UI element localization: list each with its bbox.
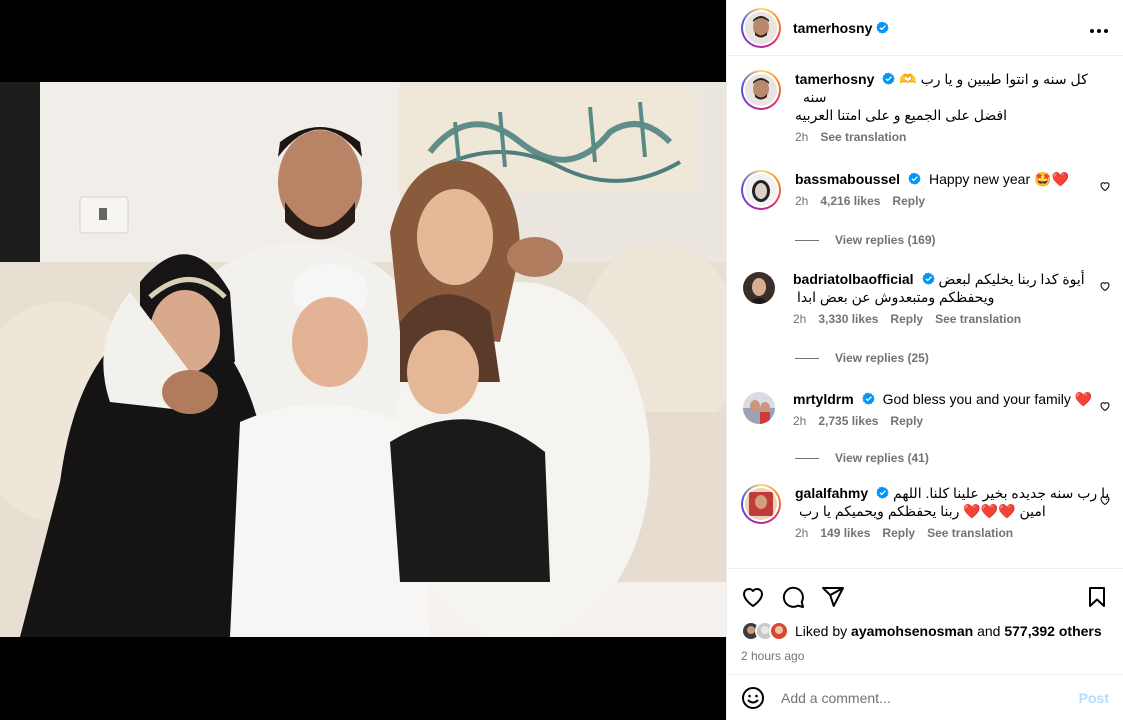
author-avatar[interactable] (745, 11, 777, 44)
caption-avatar[interactable] (745, 74, 777, 106)
view-replies-button[interactable]: View replies (25) (795, 351, 929, 365)
post-media-panel (0, 0, 726, 720)
replies-divider (795, 239, 819, 241)
commenter-avatar-ring[interactable] (741, 484, 781, 524)
verified-icon (861, 392, 875, 405)
comment-item: mrtyldrm God bless you and your family ❤… (741, 390, 1111, 428)
comment-time: 2h (795, 526, 809, 540)
verified-icon (921, 272, 935, 285)
comment-like-heart-icon[interactable] (1099, 400, 1111, 412)
liked-by-prefix: Liked by (795, 623, 848, 639)
comment-like-heart-icon[interactable] (1099, 180, 1111, 192)
commenter-username[interactable]: bassmaboussel (795, 171, 900, 187)
author-username[interactable]: tamerhosny (793, 20, 872, 36)
comment-input[interactable] (781, 689, 1079, 706)
commenter-username[interactable]: galalfahmy (795, 485, 868, 501)
comment-see-translation-button[interactable]: See translation (927, 526, 1013, 540)
verified-icon (876, 21, 890, 34)
view-replies-button[interactable]: View replies (41) (795, 451, 929, 465)
commenter-avatar[interactable] (745, 488, 777, 520)
commenter-avatar[interactable] (743, 392, 775, 424)
post-header: tamerhosny (727, 0, 1123, 56)
comment-reply-button[interactable]: Reply (890, 414, 923, 428)
comment-item: badriatolbaofficial أيوة كدا ربنا يخليكم… (741, 270, 1111, 326)
commenter-avatar[interactable] (743, 272, 775, 304)
comment-reply-button[interactable]: Reply (892, 194, 925, 208)
comment-likes-count[interactable]: 2,735 likes (818, 414, 878, 428)
post-timestamp: 2 hours ago (741, 649, 805, 663)
comment-likes-count[interactable]: 149 likes (820, 526, 870, 540)
likes-others-count[interactable]: 577,392 others (1004, 623, 1101, 639)
share-icon[interactable] (821, 585, 845, 609)
post-comment-button[interactable]: Post (1079, 690, 1109, 706)
heart-icon[interactable] (741, 585, 765, 609)
emoji-icon[interactable] (741, 686, 765, 710)
commenter-avatar[interactable] (745, 174, 777, 206)
commenter-username[interactable]: badriatolbaofficial (793, 271, 914, 287)
action-bar (741, 577, 1109, 617)
commenter-avatar-ring[interactable] (741, 170, 781, 210)
add-comment-bar: Post (727, 674, 1123, 720)
author-avatar-ring[interactable] (741, 7, 781, 48)
verified-icon (882, 72, 896, 85)
liker-avatars (741, 621, 789, 641)
view-replies-button[interactable]: View replies (169) (795, 233, 936, 247)
comment-item: galalfahmy يا رب سنه جديده بخير علينا كل… (741, 484, 1111, 540)
likes-summary: Liked by ayamohsenosman and 577,392 othe… (741, 621, 1109, 641)
comment-like-heart-icon[interactable] (1099, 494, 1111, 506)
comment-likes-count[interactable]: 4,216 likes (820, 194, 880, 208)
comment-see-translation-button[interactable]: See translation (935, 312, 1021, 326)
comment-time: 2h (795, 194, 809, 208)
comment-like-heart-icon[interactable] (1099, 280, 1111, 292)
post-caption: tamerhosny كل سنه و انتوا طيبين و يا رب … (741, 70, 1111, 144)
comment-time: 2h (793, 414, 807, 428)
liker-avatar[interactable] (769, 621, 789, 641)
comment-reply-button[interactable]: Reply (882, 526, 915, 540)
save-icon[interactable] (1085, 585, 1109, 609)
caption-see-translation-button[interactable]: See translation (820, 130, 906, 144)
post-photo[interactable] (0, 82, 726, 637)
instagram-post-modal: tamerhosny tamerhosny كل سنه و انتوا طيب… (0, 0, 1123, 720)
family-photo-illustration (0, 82, 726, 637)
replies-divider (795, 357, 819, 359)
view-replies-label: View replies (25) (835, 351, 929, 365)
liked-by-username[interactable]: ayamohsenosman (851, 623, 973, 639)
caption-username[interactable]: tamerhosny (795, 71, 874, 87)
comment-text: Happy new year 🤩❤️ (928, 171, 1069, 187)
view-replies-label: View replies (169) (835, 233, 936, 247)
comment-reply-button[interactable]: Reply (890, 312, 923, 326)
liked-by-and: and (977, 623, 1001, 639)
replies-divider (795, 457, 819, 459)
commenter-username[interactable]: mrtyldrm (793, 391, 854, 407)
post-actions-section: Liked by ayamohsenosman and 577,392 othe… (727, 568, 1123, 663)
comment-text: God bless you and your family ❤️ (882, 391, 1093, 407)
more-options-icon[interactable] (1089, 19, 1109, 37)
comment-item: bassmaboussel Happy new year 🤩❤️ 2h 4,21… (741, 170, 1111, 210)
caption-time: 2h (795, 130, 809, 144)
comment-time: 2h (793, 312, 807, 326)
caption-text-line2: افضل على الجميع و على امتنا العربيه (795, 107, 1008, 123)
caption-avatar-ring[interactable] (741, 70, 781, 110)
verified-icon (876, 486, 889, 499)
comment-icon[interactable] (781, 585, 805, 609)
comment-likes-count[interactable]: 3,330 likes (818, 312, 878, 326)
comments-list[interactable]: tamerhosny كل سنه و انتوا طيبين و يا رب … (727, 56, 1123, 568)
post-details-panel: tamerhosny tamerhosny كل سنه و انتوا طيب… (726, 0, 1123, 720)
view-replies-label: View replies (41) (835, 451, 929, 465)
verified-icon (908, 172, 921, 185)
